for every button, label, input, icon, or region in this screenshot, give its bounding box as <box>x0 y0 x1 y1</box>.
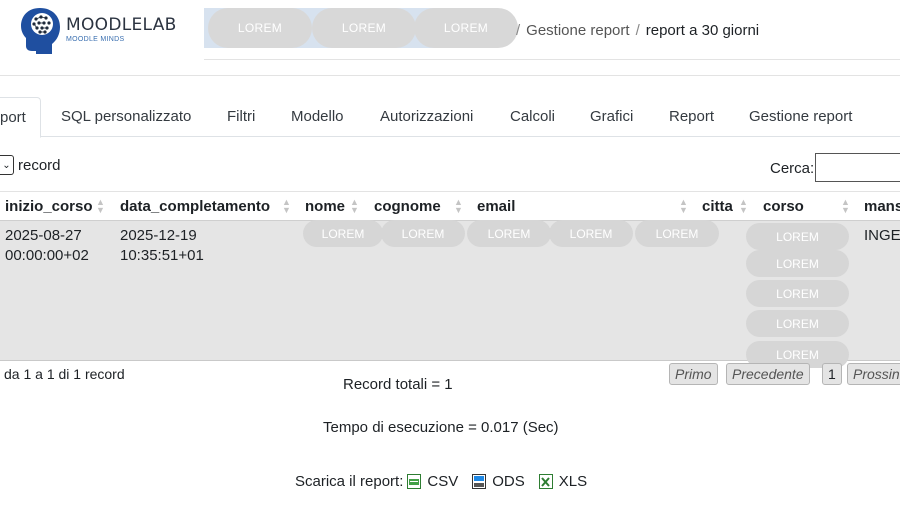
tab-report-view[interactable]: Report <box>669 97 714 137</box>
sort-icon[interactable]: ▲ ▼ <box>679 198 688 215</box>
cell-line: 00:00:00+02 <box>5 247 89 264</box>
brain-head-icon <box>18 6 62 54</box>
col-data-completamento[interactable]: data_completamento <box>120 198 270 215</box>
col-corso[interactable]: corso <box>763 198 804 215</box>
cell-data-completamento: 2025-12-19 10:35:51+01 <box>120 226 204 266</box>
sort-icon[interactable]: ▲ ▼ <box>350 198 359 215</box>
col-email[interactable]: email <box>477 198 515 215</box>
ods-file-icon[interactable] <box>472 474 487 489</box>
masked-cell: LOREM <box>467 220 551 247</box>
report-tabs: port SQL personalizzato Filtri Modello A… <box>0 97 900 138</box>
breadcrumb-item-masked[interactable]: LOREM <box>414 8 518 48</box>
brand-title: MOODLELAB <box>66 15 177 35</box>
pager-previous-button[interactable]: Precedente <box>726 363 810 385</box>
breadcrumb-separator: / <box>516 22 521 39</box>
cell-inizio-corso: 2025-08-27 00:00:00+02 <box>5 226 89 266</box>
sort-icon[interactable]: ▲ ▼ <box>96 198 105 215</box>
execution-time: Tempo di esecuzione = 0.017 (Sec) <box>323 419 559 436</box>
site-logo[interactable]: MOODLELAB MOODLE MINDS <box>18 6 177 54</box>
col-cognome[interactable]: cognome <box>374 198 441 215</box>
masked-cell: LOREM <box>746 310 849 337</box>
masked-cell: LOREM <box>635 220 719 247</box>
tab-modello[interactable]: Modello <box>291 97 344 137</box>
col-mansione[interactable]: mans <box>864 198 900 215</box>
brand-name: MOODLELAB MOODLE MINDS <box>66 15 177 44</box>
masked-cell: LOREM <box>549 220 633 247</box>
download-csv-link[interactable]: CSV <box>427 473 458 490</box>
tab-calcoli[interactable]: Calcoli <box>510 97 555 137</box>
download-links: Scarica il report: CSV ODS XLS <box>295 473 597 490</box>
tab-gestione-report[interactable]: Gestione report <box>749 97 852 137</box>
cell-mansione: INGE <box>864 227 900 244</box>
page-length-label: record <box>18 156 61 174</box>
search-input[interactable] <box>815 153 900 182</box>
tab-sql-personalizzato[interactable]: SQL personalizzato <box>61 97 191 137</box>
pager-page-1[interactable]: 1 <box>822 363 842 385</box>
breadcrumb: LOREM LOREM LOREM / Gestione report / repor… <box>204 8 900 60</box>
masked-cell: LOREM <box>381 220 465 247</box>
masked-cell: LOREM <box>746 250 849 277</box>
download-label: Scarica il report: <box>295 473 404 490</box>
breadcrumb-link-gestione[interactable]: Gestione report <box>526 22 629 39</box>
page-length-select[interactable]: ⌄ <box>0 155 14 175</box>
tab-grafici[interactable]: Grafici <box>590 97 633 137</box>
divider <box>0 75 900 76</box>
brand-tagline: MOODLE MINDS <box>66 36 125 43</box>
col-nome[interactable]: nome <box>305 198 345 215</box>
chevron-down-icon: ⌄ <box>2 159 11 171</box>
tab-filtri[interactable]: Filtri <box>227 97 255 137</box>
breadcrumb-item-masked[interactable]: LOREM <box>312 8 416 48</box>
table-row: 2025-08-27 00:00:00+02 2025-12-19 10:35:… <box>0 220 900 368</box>
pager-next-button[interactable]: Prossin <box>847 363 900 385</box>
breadcrumb-item-masked[interactable]: LOREM <box>208 8 312 48</box>
table-info: da 1 a 1 di 1 record <box>4 366 125 382</box>
breadcrumb-links: / Gestione report / report a 30 giorni <box>510 22 759 39</box>
sort-icon[interactable]: ▲ ▼ <box>841 198 850 215</box>
search-label: Cerca: <box>770 160 815 177</box>
col-inizio-corso[interactable]: inizio_corso <box>5 198 93 215</box>
pager-first-button[interactable]: Primo <box>669 363 718 385</box>
record-total: Record totali = 1 <box>343 376 453 393</box>
tab-autorizzazioni[interactable]: Autorizzazioni <box>380 97 473 137</box>
masked-cell: LOREM <box>746 223 849 250</box>
sort-icon[interactable]: ▲ ▼ <box>739 198 748 215</box>
csv-file-icon[interactable] <box>407 474 422 489</box>
page-length-control: ⌄ record <box>0 155 61 175</box>
sort-icon[interactable]: ▲ ▼ <box>282 198 291 215</box>
breadcrumb-separator: / <box>635 22 640 39</box>
table-header: inizio_corso ▲ ▼ data_completamento ▲ ▼ no… <box>0 191 900 221</box>
cell-line: 2025-08-27 <box>5 227 82 244</box>
download-ods-link[interactable]: ODS <box>492 473 525 490</box>
breadcrumb-current: report a 30 giorni <box>645 22 760 39</box>
xls-file-icon[interactable] <box>538 474 553 489</box>
sort-icon[interactable]: ▲ ▼ <box>454 198 463 215</box>
masked-cell: LOREM <box>746 280 849 307</box>
cell-line: 10:35:51+01 <box>120 247 204 264</box>
tab-report[interactable]: port <box>0 97 41 138</box>
masked-cell: LOREM <box>303 220 383 247</box>
download-xls-link[interactable]: XLS <box>559 473 587 490</box>
cell-line: 2025-12-19 <box>120 227 197 244</box>
col-citta[interactable]: citta <box>702 198 733 215</box>
